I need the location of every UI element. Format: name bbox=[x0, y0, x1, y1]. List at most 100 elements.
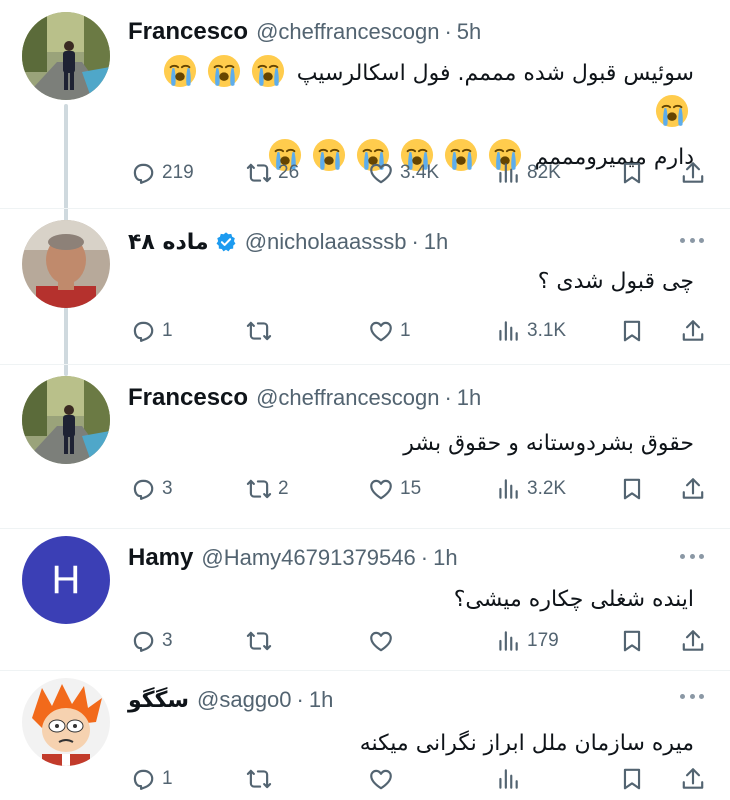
loudly-crying-face-icon bbox=[207, 54, 241, 88]
loudly-crying-face-icon bbox=[251, 54, 285, 88]
more-icon[interactable] bbox=[680, 554, 704, 560]
retweet-button[interactable]: 26 bbox=[246, 158, 299, 188]
separator-dot: · bbox=[444, 385, 452, 410]
views-button[interactable]: 3.2K bbox=[495, 474, 566, 504]
retweet-icon bbox=[246, 476, 272, 502]
views-button[interactable]: 3.1K bbox=[495, 316, 566, 346]
views-button[interactable]: 82K bbox=[495, 158, 561, 188]
more-icon[interactable] bbox=[680, 694, 704, 700]
like-button[interactable]: 1 bbox=[368, 316, 411, 346]
tweet-1[interactable]: Francesco @cheffrancescogn · 5h سوئیس قب… bbox=[0, 0, 730, 200]
username-handle[interactable]: @cheffrancescogn bbox=[256, 385, 439, 411]
views-icon bbox=[495, 766, 521, 792]
timestamp[interactable]: 1h bbox=[433, 545, 457, 571]
bookmark-icon bbox=[619, 476, 645, 502]
share-button[interactable] bbox=[680, 158, 706, 188]
timestamp[interactable]: 5h bbox=[457, 19, 481, 45]
tweet-header: Francesco @cheffrancescogn · 5h bbox=[128, 14, 481, 50]
tweet-divider bbox=[0, 364, 730, 365]
like-button[interactable] bbox=[368, 626, 400, 656]
retweet-icon bbox=[246, 318, 272, 344]
tweet-header: سگگو @saggo0 · 1h bbox=[128, 682, 333, 718]
tweet-2[interactable]: ماده ۴۸ @nicholaaasssb · 1h چی قبول شدی … bbox=[0, 210, 730, 360]
reply-button[interactable]: 1 bbox=[130, 764, 173, 794]
tweet-text-line-1: حقوق بشردوستانه و حقوق بشر bbox=[403, 431, 694, 456]
like-button[interactable] bbox=[368, 764, 400, 794]
username-handle[interactable]: @saggo0 bbox=[197, 687, 292, 713]
views-count: 82K bbox=[527, 162, 561, 183]
reply-button[interactable]: 3 bbox=[130, 474, 173, 504]
reply-icon bbox=[130, 766, 156, 792]
tweet-actions: 1 bbox=[128, 764, 708, 794]
tweet-actions: 3 2 15 3.2K bbox=[128, 474, 708, 504]
bookmark-icon bbox=[619, 766, 645, 792]
share-icon bbox=[680, 160, 706, 186]
reply-icon bbox=[130, 628, 156, 654]
avatar[interactable]: H bbox=[22, 536, 110, 624]
retweet-button[interactable]: 2 bbox=[246, 474, 289, 504]
reply-count: 219 bbox=[162, 162, 194, 183]
tweet-text-line-1: چی قبول شدی ؟ bbox=[537, 269, 694, 294]
avatar[interactable] bbox=[22, 12, 110, 100]
like-icon bbox=[368, 766, 394, 792]
separator-dot: · bbox=[411, 229, 419, 254]
timestamp[interactable]: 1h bbox=[457, 385, 481, 411]
tweet-text-line-1: اینده شغلی چکاره میشی؟ bbox=[453, 587, 694, 612]
reply-button[interactable]: 1 bbox=[130, 316, 173, 346]
tweet-divider bbox=[0, 670, 730, 671]
share-icon bbox=[680, 476, 706, 502]
display-name[interactable]: Hamy bbox=[128, 544, 193, 572]
like-count: 15 bbox=[400, 478, 422, 499]
username-handle[interactable]: @Hamy46791379546 bbox=[201, 545, 415, 571]
views-button[interactable]: 179 bbox=[495, 626, 559, 656]
avatar[interactable] bbox=[22, 220, 110, 308]
retweet-icon bbox=[246, 628, 272, 654]
bookmark-button[interactable] bbox=[619, 158, 645, 188]
retweet-button[interactable] bbox=[246, 626, 278, 656]
retweet-icon bbox=[246, 160, 272, 186]
retweet-count: 2 bbox=[278, 478, 289, 499]
tweet-4[interactable]: H Hamy @Hamy46791379546 · 1h اینده شغلی … bbox=[0, 530, 730, 670]
avatar[interactable] bbox=[22, 376, 110, 464]
tweet-header: Francesco @cheffrancescogn · 1h bbox=[128, 380, 481, 416]
tweet-text: اینده شغلی چکاره میشی؟ bbox=[134, 580, 694, 620]
username-handle[interactable]: @cheffrancescogn bbox=[256, 19, 439, 45]
bookmark-button[interactable] bbox=[619, 764, 645, 794]
views-count: 179 bbox=[527, 630, 559, 651]
views-count: 3.2K bbox=[527, 478, 567, 499]
display-name[interactable]: سگگو bbox=[128, 688, 189, 713]
avatar[interactable] bbox=[22, 678, 110, 766]
share-button[interactable] bbox=[680, 626, 706, 656]
text-span: سوئیس قبول شده مممم. فول اسکالرسیپ bbox=[296, 61, 694, 86]
tweet-divider bbox=[0, 208, 730, 209]
share-button[interactable] bbox=[680, 764, 706, 794]
retweet-button[interactable] bbox=[246, 316, 278, 346]
display-name[interactable]: Francesco bbox=[128, 18, 248, 46]
retweet-button[interactable] bbox=[246, 764, 278, 794]
tweet-actions: 3 179 bbox=[128, 626, 708, 656]
reply-button[interactable]: 3 bbox=[130, 626, 173, 656]
retweet-icon bbox=[246, 766, 272, 792]
like-button[interactable]: 3.4K bbox=[368, 158, 439, 188]
display-name[interactable]: Francesco bbox=[128, 384, 248, 412]
more-icon[interactable] bbox=[680, 238, 704, 244]
timestamp[interactable]: 1h bbox=[424, 229, 448, 255]
username-handle[interactable]: @nicholaaasssb bbox=[245, 229, 407, 255]
views-button[interactable] bbox=[495, 764, 527, 794]
like-icon bbox=[368, 160, 394, 186]
reply-button[interactable]: 219 bbox=[130, 158, 194, 188]
like-icon bbox=[368, 476, 394, 502]
share-icon bbox=[680, 628, 706, 654]
bookmark-button[interactable] bbox=[619, 626, 645, 656]
views-icon bbox=[495, 476, 521, 502]
views-icon bbox=[495, 628, 521, 654]
like-button[interactable]: 15 bbox=[368, 474, 421, 504]
bookmark-button[interactable] bbox=[619, 316, 645, 346]
display-name[interactable]: ماده ۴۸ bbox=[128, 230, 209, 255]
tweet-5[interactable]: سگگو @saggo0 · 1h میره سازمان ملل ابراز … bbox=[0, 672, 730, 800]
share-button[interactable] bbox=[680, 474, 706, 504]
tweet-3[interactable]: Francesco @cheffrancescogn · 1h حقوق بشر… bbox=[0, 366, 730, 526]
bookmark-button[interactable] bbox=[619, 474, 645, 504]
timestamp[interactable]: 1h bbox=[309, 687, 333, 713]
share-button[interactable] bbox=[680, 316, 706, 346]
